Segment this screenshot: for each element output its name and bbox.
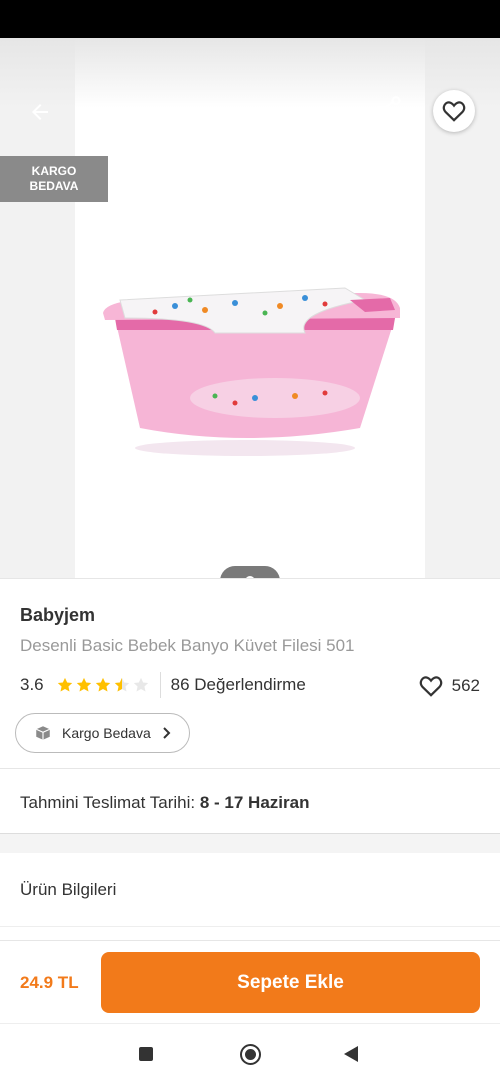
star-empty-icon <box>133 677 148 692</box>
brand-name[interactable]: Babyjem <box>20 605 95 626</box>
home-icon-inner <box>245 1049 256 1060</box>
product-gallery[interactable]: KARGO BEDAVA <box>0 38 500 596</box>
rating-value: 3.6 <box>20 675 44 694</box>
section-gap <box>0 833 500 853</box>
rating-row[interactable]: 3.6 86 Değerlendirme 562 <box>20 672 480 699</box>
rating-stars <box>56 676 150 694</box>
chevron-right-icon <box>163 727 171 739</box>
recents-icon[interactable] <box>139 1047 153 1061</box>
product-info-title: Ürün Bilgileri <box>20 880 117 899</box>
back-arrow-icon <box>32 104 48 120</box>
status-bar <box>0 0 500 38</box>
heart-icon <box>419 676 442 697</box>
star-icon <box>95 677 110 692</box>
heart-icon <box>442 101 466 122</box>
cargo-free-pill[interactable]: Kargo Bedava <box>15 713 190 753</box>
share-button[interactable] <box>372 94 404 126</box>
share-icon <box>375 96 401 124</box>
product-name: Desenli Basic Bebek Banyo Küvet Filesi 5… <box>20 636 355 655</box>
delivery-dates: 8 - 17 Haziran <box>199 793 310 812</box>
rating-divider <box>159 672 161 698</box>
bottom-purchase-bar: 24.9 TL Sepete Ekle <box>0 940 500 1023</box>
product-info-panel: Babyjem Desenli Basic Bebek Banyo Küvet … <box>0 578 500 833</box>
system-nav-bar <box>0 1023 500 1083</box>
delivery-estimate: Tahmini Teslimat Tarihi: 8 - 17 Haziran <box>20 793 309 813</box>
home-icon[interactable] <box>240 1044 261 1065</box>
cargo-pill-label: Kargo Bedava <box>62 725 151 741</box>
box-icon <box>36 726 50 740</box>
gallery-top-fade <box>0 38 500 108</box>
price: 24.9 TL <box>20 973 79 992</box>
badge-line2: BEDAVA <box>29 179 79 193</box>
add-to-cart-button[interactable]: Sepete Ekle <box>101 952 480 1013</box>
star-half-icon <box>114 677 129 692</box>
delivery-label: Tahmini Teslimat Tarihi: <box>20 793 196 812</box>
favorite-button[interactable] <box>433 90 475 132</box>
product-image[interactable] <box>95 278 405 458</box>
product-info-section[interactable]: Ürün Bilgileri <box>0 853 500 927</box>
back-button[interactable] <box>20 98 60 126</box>
favorite-count[interactable]: 562 <box>418 673 480 699</box>
star-icon <box>57 677 72 692</box>
nav-back-icon[interactable] <box>344 1046 358 1062</box>
badge-line1: KARGO <box>31 164 77 178</box>
cargo-free-badge: KARGO BEDAVA <box>0 156 108 202</box>
star-icon <box>76 677 91 692</box>
section-divider <box>0 768 500 769</box>
review-count[interactable]: 86 Değerlendirme <box>171 675 306 695</box>
favorite-count-value: 562 <box>451 676 480 695</box>
